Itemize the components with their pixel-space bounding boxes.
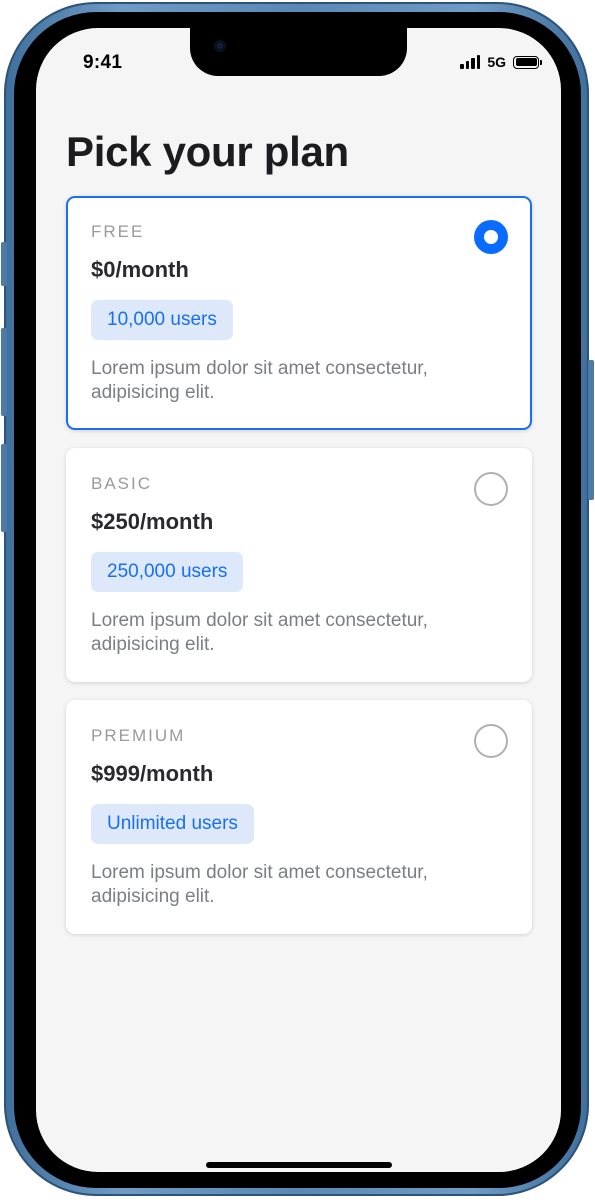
plan-users-badge: Unlimited users bbox=[91, 804, 254, 844]
power-button bbox=[588, 360, 594, 500]
page-title: Pick your plan bbox=[66, 128, 349, 175]
plan-price: $0/month bbox=[91, 257, 189, 282]
mute-switch bbox=[1, 242, 7, 286]
screen: 9:41 5G Pick your plan FREE $0/month 10,… bbox=[36, 28, 561, 1172]
plan-card-premium[interactable]: PREMIUM $999/month Unlimited users Lorem… bbox=[66, 700, 532, 934]
plan-name: PREMIUM bbox=[91, 726, 186, 745]
plan-price: $250/month bbox=[91, 509, 214, 534]
battery-icon bbox=[513, 55, 542, 69]
plan-description: Lorem ipsum dolor sit amet consectetur, … bbox=[91, 610, 428, 655]
plan-card-free[interactable]: FREE $0/month 10,000 users Lorem ipsum d… bbox=[66, 196, 532, 430]
status-time: 9:41 bbox=[83, 52, 123, 73]
plan-price: $999/month bbox=[91, 761, 214, 786]
home-indicator[interactable] bbox=[206, 1162, 392, 1168]
status-indicators: 5G bbox=[460, 54, 542, 70]
battery-level bbox=[515, 58, 537, 66]
plan-users-badge: 250,000 users bbox=[91, 552, 244, 592]
plan-card-basic[interactable]: BASIC $250/month 250,000 users Lorem ips… bbox=[66, 448, 532, 682]
volume-down-button bbox=[1, 444, 7, 532]
volume-up-button bbox=[1, 328, 7, 416]
network-type: 5G bbox=[487, 54, 506, 70]
plan-radio-button[interactable] bbox=[474, 724, 508, 758]
plan-radio-button[interactable] bbox=[474, 472, 508, 506]
plan-description: Lorem ipsum dolor sit amet consectetur, … bbox=[91, 862, 428, 907]
plan-name: FREE bbox=[91, 222, 145, 241]
notch bbox=[190, 28, 407, 76]
front-camera-icon bbox=[214, 40, 226, 52]
plan-radio-button[interactable] bbox=[474, 220, 508, 254]
plan-list: FREE $0/month 10,000 users Lorem ipsum d… bbox=[66, 196, 532, 952]
plan-users-badge: 10,000 users bbox=[91, 300, 233, 340]
plan-name: BASIC bbox=[91, 474, 153, 493]
plan-description: Lorem ipsum dolor sit amet consectetur, … bbox=[91, 358, 428, 403]
signal-bars-icon bbox=[460, 55, 481, 69]
